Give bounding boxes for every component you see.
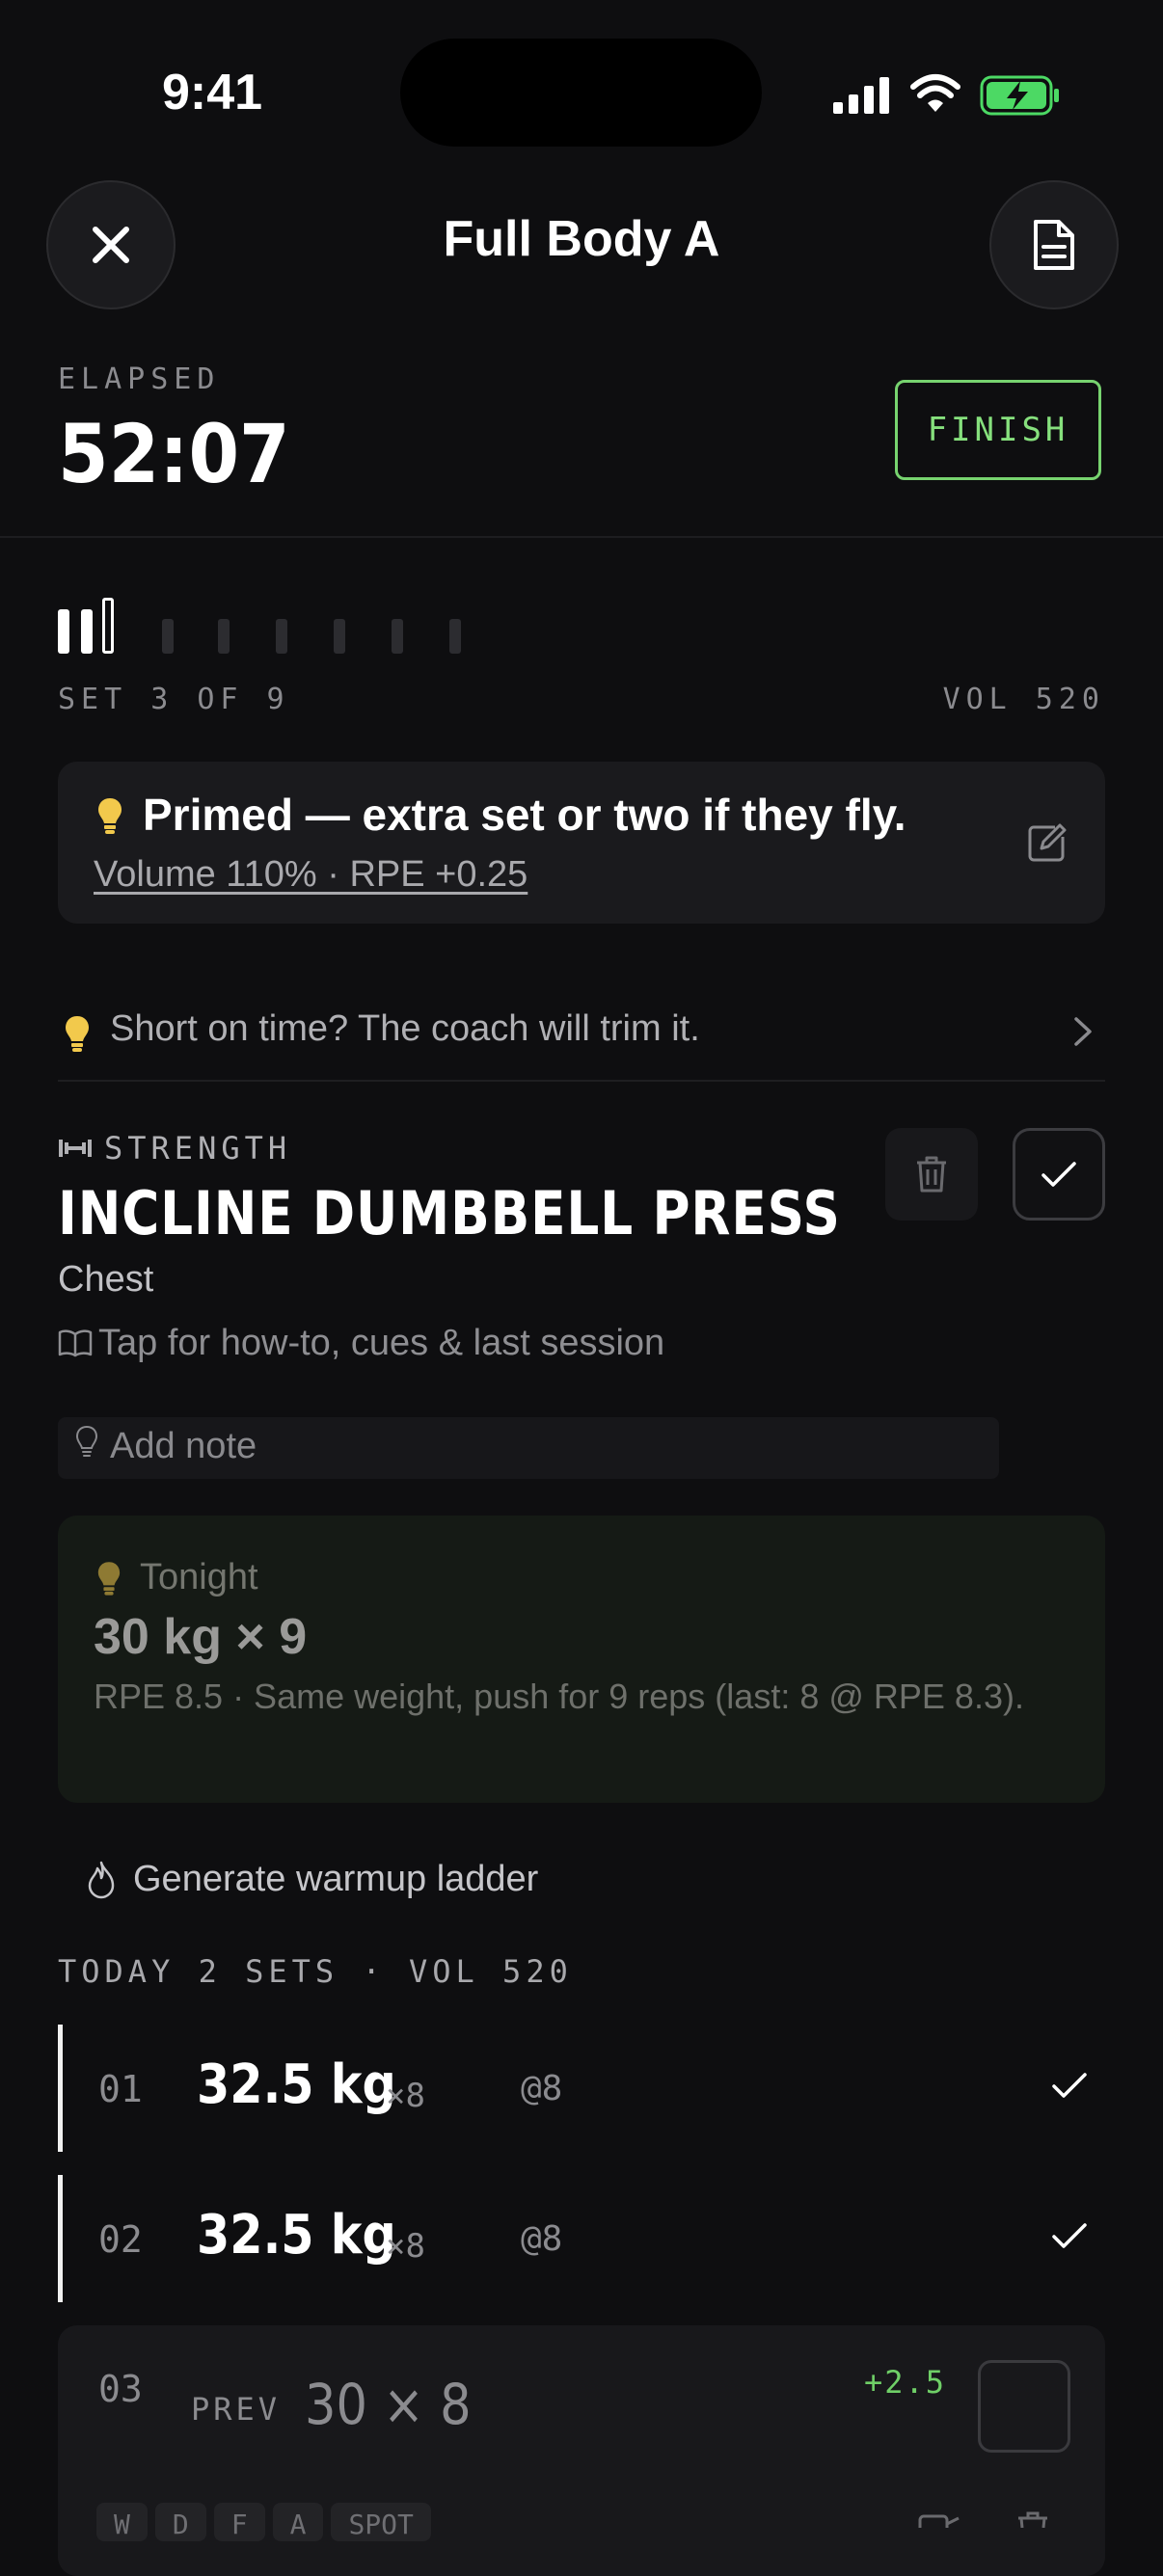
set-rpe[interactable]: @8: [521, 2219, 562, 2259]
set-tick-pending: [449, 619, 461, 654]
dumbbell-icon: [58, 1138, 93, 1164]
delete-exercise-button[interactable]: [885, 1128, 978, 1221]
lightbulb-outline-icon: [75, 1425, 98, 1464]
edit-icon[interactable]: [1026, 823, 1067, 869]
prev-label: PREV: [191, 2391, 282, 2428]
complete-exercise-button[interactable]: [1013, 1128, 1105, 1221]
readiness-adjustment[interactable]: Volume 110% · RPE +0.25: [94, 854, 527, 896]
exercise-category: STRENGTH: [104, 1130, 292, 1167]
exercise-muscle: Chest: [58, 1259, 154, 1300]
set-tick-done: [81, 609, 93, 654]
set-type-chips: W D F A SPOT: [96, 2503, 431, 2541]
checkmark-icon: [1041, 1162, 1076, 1187]
document-icon: [1034, 220, 1074, 270]
readiness-title: Primed — extra set or two if they fly.: [143, 790, 906, 840]
signal-icon: [833, 77, 891, 119]
set-weight[interactable]: 32.5 kg: [197, 2053, 396, 2116]
readiness-card[interactable]: [58, 762, 1105, 924]
trash-icon[interactable]: [1016, 2510, 1049, 2533]
chip-assisted[interactable]: A: [272, 2503, 324, 2541]
set-tick-pending: [392, 619, 403, 654]
set-rpe[interactable]: @8: [521, 2069, 562, 2108]
dynamic-island: [400, 39, 762, 147]
lightbulb-icon: [96, 796, 123, 840]
status-time: 9:41: [162, 65, 263, 121]
set-index: 02: [98, 2218, 143, 2261]
active-set-checkbox[interactable]: [978, 2360, 1070, 2453]
set-tick-pending: [218, 619, 230, 654]
short-on-time-link[interactable]: Short on time? The coach will trim it.: [110, 1008, 700, 1050]
volume-total: VOL 520: [942, 683, 1105, 716]
today-summary: TODAY 2 SETS · VOL 520: [58, 1953, 573, 1990]
chip-failure[interactable]: F: [213, 2503, 265, 2541]
set-reps[interactable]: ×8: [386, 2077, 425, 2115]
tonight-description: RPE 8.5 · Same weight, push for 9 reps (…: [94, 1677, 1024, 1716]
elapsed-label: ELAPSED: [58, 362, 221, 396]
wifi-icon: [910, 73, 960, 119]
page-title: Full Body A: [443, 211, 720, 267]
lightbulb-icon: [64, 1014, 91, 1058]
row-indicator: [58, 2025, 63, 2152]
set-weight[interactable]: 32.5 kg: [197, 2204, 396, 2267]
trash-icon: [917, 1156, 946, 1193]
chip-drop[interactable]: D: [154, 2503, 206, 2541]
add-note-placeholder[interactable]: Add note: [110, 1426, 257, 1467]
finish-button[interactable]: FINISH: [895, 380, 1101, 480]
set-tick-pending: [162, 619, 174, 654]
exercise-name[interactable]: INCLINE DUMBBELL PRESS: [58, 1178, 841, 1248]
elapsed-timer: 52:07: [58, 407, 290, 501]
set-reps[interactable]: ×8: [386, 2227, 425, 2266]
notes-button[interactable]: [989, 180, 1119, 309]
checkmark-icon[interactable]: [1051, 2071, 1088, 2105]
row-indicator: [58, 2175, 63, 2302]
set-tick-pending: [276, 619, 287, 654]
chevron-right-icon[interactable]: [1072, 1016, 1094, 1052]
set-count: SET 3 OF 9: [58, 683, 290, 716]
lightbulb-icon: [96, 1560, 122, 1601]
checkmark-icon[interactable]: [1051, 2221, 1088, 2255]
battery-icon: [980, 75, 1061, 121]
header-divider: [0, 536, 1163, 538]
exercise-howto-link[interactable]: Tap for how-to, cues & last session: [98, 1323, 664, 1364]
set-index: 01: [98, 2068, 143, 2110]
active-set-index: 03: [98, 2368, 143, 2410]
set-tick-done: [58, 609, 69, 654]
tonight-target: 30 kg × 9: [94, 1609, 308, 1665]
section-divider: [58, 1080, 1105, 1082]
prev-value: 30 × 8: [305, 2372, 472, 2437]
set-tick-current: [102, 598, 114, 654]
generate-warmup-button[interactable]: Generate warmup ladder: [133, 1859, 538, 1900]
book-icon: [58, 1328, 93, 1362]
chip-spot[interactable]: SPOT: [331, 2503, 431, 2541]
weight-delta: +2.5: [864, 2364, 947, 2401]
tonight-label: Tonight: [140, 1557, 258, 1597]
set-tick-pending: [334, 619, 345, 654]
flame-icon[interactable]: [87, 1861, 116, 1904]
video-icon[interactable]: [918, 2514, 960, 2541]
chip-warmup[interactable]: W: [96, 2503, 148, 2541]
